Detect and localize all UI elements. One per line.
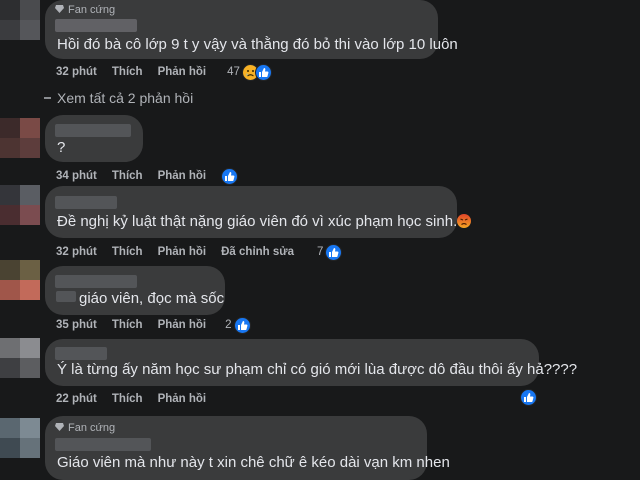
- comment-bubble: ?: [45, 115, 143, 162]
- comment-actions: 32 phút Thích Phản hồi Đã chỉnh sửa 7: [56, 243, 357, 261]
- comment-time[interactable]: 22 phút: [56, 393, 97, 405]
- avatar[interactable]: [0, 118, 40, 158]
- view-replies-link[interactable]: Xem tất cả 2 phản hồi: [44, 90, 193, 106]
- comment-text: ?: [57, 139, 66, 156]
- edited-label: Đã chỉnh sửa: [221, 246, 294, 258]
- comment-bubble: Đề nghị kỷ luật thật nặng giáo viên đó v…: [45, 186, 472, 238]
- comment-actions: 35 phút Thích Phản hồi 2: [56, 316, 266, 334]
- like-link[interactable]: Thích: [112, 170, 143, 182]
- reaction-summary[interactable]: [520, 389, 537, 406]
- comment-text: giáo viên, đọc mà sốc: [79, 290, 225, 307]
- author-name[interactable]: [55, 124, 131, 137]
- comment-bubble: Fan cứng Hồi đó bà cô lớp 9 t y vậy và t…: [45, 0, 458, 59]
- reply-arrow-icon: [44, 97, 51, 99]
- gem-icon: [55, 5, 64, 13]
- comment-text: Hồi đó bà cô lớp 9 t y vậy và thằng đó b…: [57, 36, 458, 53]
- author-name[interactable]: [55, 275, 137, 288]
- avatar[interactable]: [0, 185, 40, 225]
- like-reaction-icon: [520, 389, 537, 406]
- comment-time[interactable]: 34 phút: [56, 170, 97, 182]
- like-reaction-icon: [221, 167, 239, 185]
- avatar[interactable]: [0, 418, 40, 458]
- fan-badge-label: Fan cứng: [68, 422, 116, 434]
- reply-link[interactable]: Phản hồi: [158, 393, 207, 405]
- angry-emoji-icon: [457, 214, 472, 228]
- author-name[interactable]: [55, 438, 151, 451]
- avatar[interactable]: [0, 338, 40, 378]
- comment-time[interactable]: 35 phút: [56, 319, 97, 331]
- fan-badge: Fan cứng: [55, 422, 115, 434]
- reply-link[interactable]: Phản hồi: [158, 246, 207, 258]
- reaction-count[interactable]: 2: [225, 319, 231, 331]
- comment-text: Đề nghị kỷ luật thật nặng giáo viên đó v…: [57, 213, 472, 230]
- avatar[interactable]: [0, 260, 40, 300]
- like-link[interactable]: Thích: [112, 393, 143, 405]
- comment-time[interactable]: 32 phút: [56, 246, 97, 258]
- comment-bubble: giáo viên, đọc mà sốc: [45, 266, 225, 315]
- author-name[interactable]: [55, 19, 137, 32]
- fan-badge-label: Fan cứng: [68, 4, 116, 16]
- reaction-count[interactable]: 47: [227, 66, 240, 78]
- view-replies-label[interactable]: Xem tất cả 2 phản hồi: [57, 90, 193, 106]
- avatar[interactable]: [0, 0, 40, 40]
- comment-text: Ý là từng ấy năm học sư phạm chỉ có gió …: [57, 361, 578, 378]
- comment-time[interactable]: 32 phút: [56, 66, 97, 78]
- comment-actions: 34 phút Thích Phản hồi: [56, 167, 253, 185]
- reaction-count[interactable]: 7: [317, 246, 323, 258]
- comment-actions: 22 phút Thích Phản hồi: [56, 390, 221, 408]
- like-link[interactable]: Thích: [112, 66, 143, 78]
- like-reaction-icon: [254, 63, 272, 81]
- like-reaction-icon: [325, 243, 343, 261]
- author-name[interactable]: [55, 196, 117, 209]
- like-link[interactable]: Thích: [112, 246, 143, 258]
- comment-text-content: Đề nghị kỷ luật thật nặng giáo viên đó v…: [57, 213, 458, 230]
- fan-badge: Fan cứng: [55, 4, 115, 16]
- comment-bubble: Fan cứng Giáo viên mà như này t xin chê …: [45, 416, 450, 480]
- reply-link[interactable]: Phản hồi: [158, 319, 207, 331]
- comment-actions: 32 phút Thích Phản hồi 47: [56, 63, 287, 81]
- like-link[interactable]: Thích: [112, 319, 143, 331]
- comment-bubble: Ý là từng ấy năm học sư phạm chỉ có gió …: [45, 339, 577, 386]
- comment-text: Giáo viên mà như này t xin chê chữ ê kéo…: [57, 454, 450, 471]
- mention-tag[interactable]: [56, 291, 76, 302]
- reply-link[interactable]: Phản hồi: [158, 66, 207, 78]
- gem-icon: [55, 423, 64, 431]
- like-reaction-icon: [233, 316, 251, 334]
- author-name[interactable]: [55, 347, 107, 360]
- reply-link[interactable]: Phản hồi: [158, 170, 207, 182]
